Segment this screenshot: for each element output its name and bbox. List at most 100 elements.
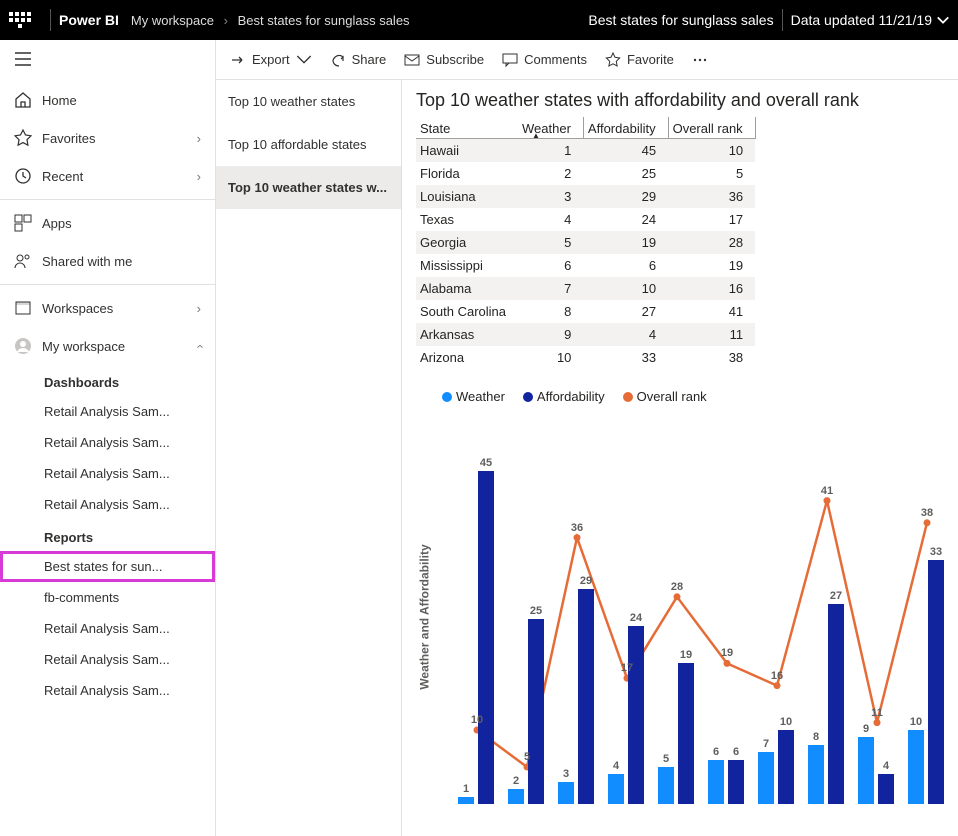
star-icon <box>14 129 32 147</box>
legend-swatch-weather <box>442 392 452 402</box>
page-tab[interactable]: Top 10 weather states <box>216 80 401 123</box>
bar-weather[interactable] <box>508 789 524 804</box>
table-row[interactable]: Alabama71016 <box>416 277 755 300</box>
bar-affordability[interactable] <box>828 604 844 804</box>
line-data-label: 28 <box>671 581 683 593</box>
data-updated-dropdown[interactable]: Data updated 11/21/19 <box>791 12 950 28</box>
left-navigation: Home Favorites › Recent › Apps Shared wi… <box>0 40 216 836</box>
line-point[interactable] <box>574 534 581 541</box>
nav-shared[interactable]: Shared with me <box>0 242 215 280</box>
collapse-nav-button[interactable] <box>0 40 215 81</box>
line-data-label: 17 <box>621 662 633 674</box>
dashboard-item[interactable]: Retail Analysis Sam... <box>0 396 215 427</box>
nav-workspaces[interactable]: Workspaces › <box>0 289 215 327</box>
chart-legend: Weather Affordability Overall rank <box>442 389 944 404</box>
report-title: Best states for sunglass sales <box>588 12 773 28</box>
combo-chart[interactable]: Weather and Affordability 14522532942451… <box>416 410 944 810</box>
page-tab-selected[interactable]: Top 10 weather states w... <box>216 166 401 209</box>
table-header[interactable]: State <box>416 117 518 139</box>
report-item[interactable]: Retail Analysis Sam... <box>0 675 215 706</box>
table-row[interactable]: Arkansas9411 <box>416 323 755 346</box>
bar-weather[interactable] <box>808 745 824 804</box>
bar-affordability[interactable] <box>628 626 644 804</box>
more-options-button[interactable] <box>692 52 708 68</box>
page-tab[interactable]: Top 10 affordable states <box>216 123 401 166</box>
bar-affordability[interactable] <box>578 589 594 804</box>
person-circle-icon <box>14 337 32 355</box>
mail-icon <box>404 52 420 68</box>
section-reports: Reports <box>0 520 215 551</box>
table-header[interactable]: Weather <box>518 117 583 139</box>
report-item[interactable]: Retail Analysis Sam... <box>0 613 215 644</box>
nav-apps[interactable]: Apps <box>0 204 215 242</box>
data-table[interactable]: StateWeatherAffordabilityOverall rank Ha… <box>416 117 756 369</box>
table-row[interactable]: Mississippi6619 <box>416 254 755 277</box>
table-row[interactable]: Texas42417 <box>416 208 755 231</box>
favorite-button[interactable]: Favorite <box>605 52 674 68</box>
share-icon <box>330 52 346 68</box>
subscribe-button[interactable]: Subscribe <box>404 52 484 68</box>
nav-my-workspace[interactable]: My workspace › <box>0 327 215 365</box>
table-row[interactable]: South Carolina82741 <box>416 300 755 323</box>
breadcrumb-item[interactable]: My workspace <box>131 13 214 28</box>
bar-affordability[interactable] <box>478 471 494 804</box>
chevron-right-icon: › <box>197 301 201 316</box>
bar-weather[interactable] <box>908 730 924 804</box>
report-item-current[interactable]: Best states for sun... <box>0 551 215 582</box>
bar-affordability[interactable] <box>678 663 694 804</box>
table-row[interactable]: Georgia51928 <box>416 231 755 254</box>
bar-weather[interactable] <box>608 774 624 804</box>
table-row[interactable]: Florida2255 <box>416 162 755 185</box>
line-point[interactable] <box>924 519 931 526</box>
bar-weather[interactable] <box>758 752 774 804</box>
breadcrumb[interactable]: My workspace › Best states for sunglass … <box>131 13 410 28</box>
bar-weather[interactable] <box>558 782 574 804</box>
line-point[interactable] <box>674 593 681 600</box>
chevron-right-icon: › <box>197 169 201 184</box>
line-data-label: 5 <box>524 751 530 763</box>
line-point[interactable] <box>724 660 731 667</box>
dashboard-item[interactable]: Retail Analysis Sam... <box>0 427 215 458</box>
bar-affordability[interactable] <box>878 774 894 804</box>
apps-icon <box>14 214 32 232</box>
table-row[interactable]: Louisiana32936 <box>416 185 755 208</box>
bar-weather[interactable] <box>658 767 674 804</box>
bar-affordability[interactable] <box>928 560 944 804</box>
nav-favorites[interactable]: Favorites › <box>0 119 215 157</box>
y-axis-label: Weather and Affordability <box>418 544 432 689</box>
comments-button[interactable]: Comments <box>502 52 587 68</box>
line-point[interactable] <box>824 497 831 504</box>
table-header[interactable]: Affordability <box>583 117 668 139</box>
home-icon <box>14 91 32 109</box>
bar-affordability[interactable] <box>728 760 744 804</box>
dashboard-item[interactable]: Retail Analysis Sam... <box>0 458 215 489</box>
visual-title: Top 10 weather states with affordability… <box>416 90 944 111</box>
nav-recent[interactable]: Recent › <box>0 157 215 195</box>
line-point[interactable] <box>774 682 781 689</box>
report-item[interactable]: Retail Analysis Sam... <box>0 644 215 675</box>
table-row[interactable]: Hawaii14510 <box>416 139 755 163</box>
bar-affordability[interactable] <box>778 730 794 804</box>
bar-weather[interactable] <box>858 737 874 804</box>
report-item[interactable]: fb-comments <box>0 582 215 613</box>
export-icon <box>230 52 246 68</box>
nav-home[interactable]: Home <box>0 81 215 119</box>
chevron-down-icon <box>296 52 312 68</box>
divider <box>50 9 51 31</box>
table-row[interactable]: Arizona103338 <box>416 346 755 369</box>
bar-affordability[interactable] <box>528 619 544 804</box>
workspaces-icon <box>14 299 32 317</box>
report-page-tabs: Top 10 weather states Top 10 affordable … <box>216 80 402 836</box>
breadcrumb-item[interactable]: Best states for sunglass sales <box>238 13 410 28</box>
export-button[interactable]: Export <box>230 52 312 68</box>
section-dashboards: Dashboards <box>0 365 215 396</box>
share-button[interactable]: Share <box>330 52 387 68</box>
table-header[interactable]: Overall rank <box>668 117 755 139</box>
dashboard-item[interactable]: Retail Analysis Sam... <box>0 489 215 520</box>
bar-weather[interactable] <box>458 797 474 804</box>
line-data-label: 41 <box>821 485 833 497</box>
bar-weather[interactable] <box>708 760 724 804</box>
report-canvas: Top 10 weather states with affordability… <box>402 80 958 836</box>
app-launcher-icon[interactable] <box>8 8 32 32</box>
legend-swatch-overall <box>623 392 633 402</box>
